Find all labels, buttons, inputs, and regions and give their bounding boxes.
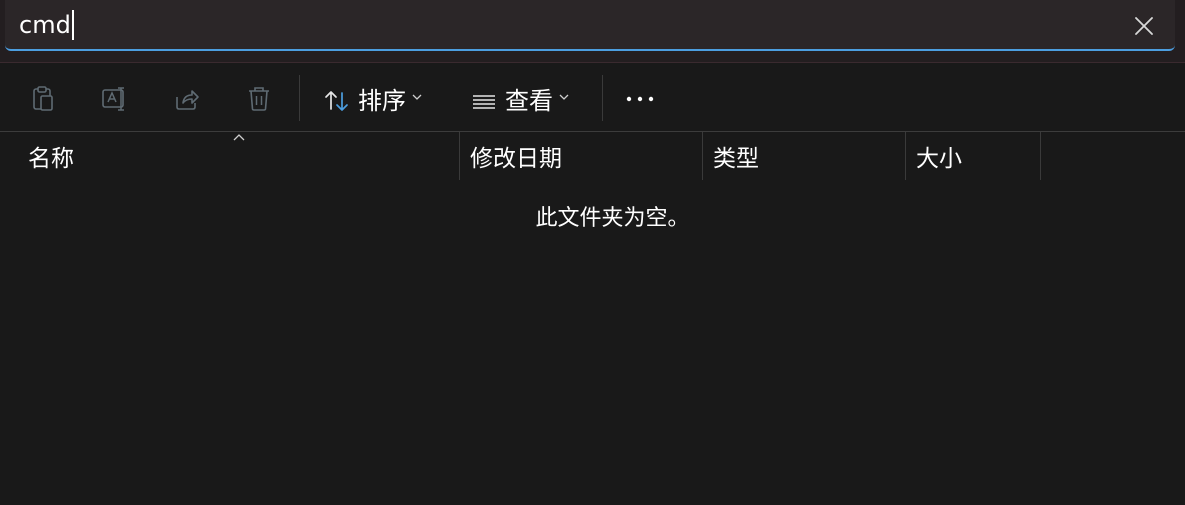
column-headers: 名称 修改日期 类型 大小 [0,132,1185,180]
column-header-type[interactable]: 类型 [713,132,905,180]
column-header-size-label: 大小 [916,146,962,172]
sort-icon [325,91,348,111]
view-label: 查看 [505,87,553,115]
toolbar-separator [299,75,300,121]
share-button[interactable] [171,83,203,115]
rename-icon [102,87,124,111]
chevron-down-icon [559,94,569,100]
view-list-icon [473,95,495,109]
column-header-type-label: 类型 [713,146,759,172]
column-header-modified-label: 修改日期 [470,146,562,172]
column-header-size[interactable]: 大小 [916,132,1040,180]
column-separator[interactable] [702,132,703,180]
share-icon [176,90,199,110]
close-search-button[interactable] [1127,9,1161,43]
file-explorer-window: cmd 排序 查看 名称 修改日期 类型 大小 此文件夹为空。 [0,0,1185,505]
search-input-value: cmd [19,11,71,39]
more-icon [626,96,654,102]
chevron-down-icon [412,94,422,100]
delete-icon [249,87,269,111]
command-bar: 排序 查看 [0,63,1185,131]
search-area: cmd [0,0,1185,62]
paste-icon [33,86,53,111]
column-separator[interactable] [1040,132,1041,180]
close-icon [1135,17,1153,35]
delete-button[interactable] [243,83,275,115]
column-separator[interactable] [905,132,906,180]
view-button[interactable]: 查看 [471,83,569,119]
rename-button[interactable] [99,83,131,115]
sort-button[interactable]: 排序 [324,83,422,119]
search-box[interactable]: cmd [5,0,1175,51]
column-separator[interactable] [459,132,460,180]
sort-label: 排序 [358,87,406,115]
column-header-name[interactable]: 名称 [28,132,458,180]
column-header-name-label: 名称 [28,146,74,172]
column-header-modified[interactable]: 修改日期 [470,132,702,180]
empty-folder-message: 此文件夹为空。 [535,206,690,231]
paste-button[interactable] [27,83,59,115]
search-input[interactable]: cmd [19,6,1099,44]
more-options-button[interactable] [624,81,656,117]
text-caret [71,10,74,40]
toolbar-separator [602,75,603,121]
